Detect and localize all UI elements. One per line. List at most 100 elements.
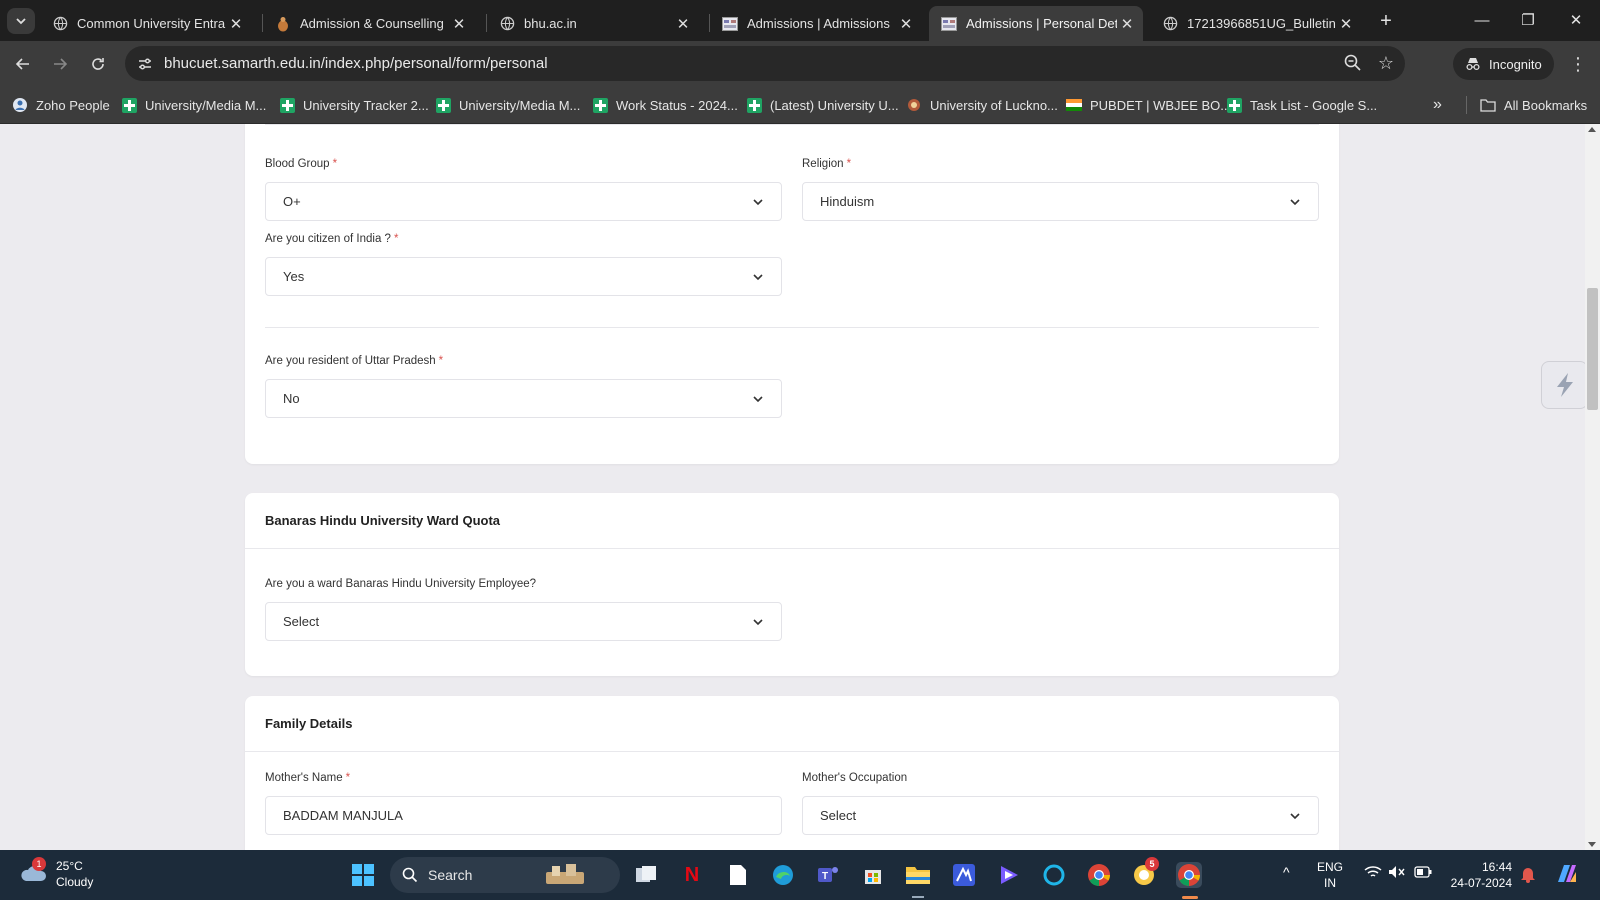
site-settings-icon[interactable] — [134, 53, 156, 75]
tab-search-button[interactable] — [7, 8, 35, 34]
file-explorer-icon[interactable] — [905, 862, 931, 888]
bookmark-label: Zoho People — [36, 97, 110, 113]
close-icon[interactable]: ✕ — [449, 15, 469, 33]
window-close-icon[interactable]: ✕ — [1558, 8, 1594, 34]
tab-title: Admission & Counselling — [300, 16, 444, 31]
search-label: Search — [428, 867, 473, 883]
religion-label: Religion * — [802, 158, 852, 170]
clock[interactable]: 16:44 24-07-2024 — [1446, 859, 1512, 891]
browser-menu-icon[interactable]: ⋮ — [1566, 49, 1590, 79]
tab-common-university[interactable]: Common University Entran ✕ — [40, 6, 252, 41]
wifi-icon[interactable] — [1364, 865, 1382, 883]
video-editor-icon[interactable] — [996, 862, 1022, 888]
microsoft-store-icon[interactable] — [860, 862, 886, 888]
mother-occupation-label: Mother's Occupation — [802, 772, 908, 784]
sheets-icon — [121, 97, 137, 113]
address-bar[interactable]: bhucuet.samarth.edu.in/index.php/persona… — [125, 46, 1405, 81]
bookmark-item[interactable]: (Latest) University U... — [746, 95, 899, 115]
bookmark-item[interactable]: Work Status - 2024... — [592, 95, 738, 115]
close-icon[interactable]: ✕ — [1336, 15, 1356, 33]
notepad-icon[interactable] — [725, 862, 751, 888]
chevron-down-icon — [16, 18, 26, 25]
cortana-icon[interactable] — [1041, 862, 1067, 888]
language-indicator[interactable]: ENG IN — [1317, 859, 1343, 891]
tab-bulletin[interactable]: 17213966851UG_Bulletin- ✕ — [1150, 6, 1362, 41]
forward-icon[interactable] — [45, 49, 75, 79]
bookmark-label: University/Media M... — [459, 97, 581, 113]
page-scrollbar[interactable] — [1585, 124, 1600, 850]
close-icon[interactable]: ✕ — [673, 15, 693, 33]
browser-toolbar: bhucuet.samarth.edu.in/index.php/persona… — [0, 41, 1600, 86]
bookmark-item[interactable]: University/Media M... — [435, 95, 580, 115]
sheets-icon — [592, 97, 608, 113]
tab-bhu[interactable]: bhu.ac.in ✕ — [487, 6, 699, 41]
task-view-icon[interactable] — [633, 862, 659, 888]
folder-icon — [1480, 97, 1496, 113]
netflix-icon[interactable]: N — [679, 862, 705, 888]
chat-app-icon[interactable]: 5 — [1131, 857, 1159, 888]
bookmark-label: Task List - Google S... — [1250, 97, 1378, 113]
clock-date: 24-07-2024 — [1450, 876, 1512, 890]
search-icon — [402, 867, 418, 883]
scroll-down-icon[interactable] — [1588, 842, 1596, 847]
back-icon[interactable] — [8, 49, 38, 79]
teams-icon[interactable]: T — [815, 862, 841, 888]
minimize-icon[interactable]: — — [1464, 8, 1500, 34]
chrome-icon[interactable] — [1086, 862, 1112, 888]
close-icon[interactable]: ✕ — [226, 15, 246, 33]
bookmark-item[interactable]: University Tracker 2... — [279, 95, 429, 115]
active-app-indicator — [1182, 896, 1198, 899]
bookmark-star-icon[interactable]: ☆ — [1375, 52, 1397, 74]
tab-admission-counselling[interactable]: Admission & Counselling ✕ — [263, 6, 475, 41]
ward-quota-title: Banaras Hindu University Ward Quota — [245, 493, 1339, 549]
blood-group-select[interactable]: O+ — [265, 182, 782, 221]
incognito-indicator[interactable]: Incognito — [1453, 48, 1554, 80]
notification-bell-icon[interactable] — [1520, 865, 1536, 887]
bookmark-item[interactable]: PUBDET | WBJEE BO... — [1066, 95, 1231, 115]
ward-quota-card: Banaras Hindu University Ward Quota Are … — [245, 493, 1339, 676]
religion-select[interactable]: Hinduism — [802, 182, 1319, 221]
bookmarks-overflow-button[interactable]: » — [1433, 95, 1442, 115]
all-bookmarks-button[interactable]: All Bookmarks — [1480, 95, 1587, 115]
close-icon[interactable]: ✕ — [1117, 15, 1137, 33]
mother-name-input[interactable]: BADDAM MANJULA — [265, 796, 782, 835]
volume-muted-icon[interactable] — [1388, 865, 1406, 883]
tab-admissions[interactable]: Admissions | Admissions ✕ — [710, 6, 922, 41]
show-hidden-icons[interactable]: ^ — [1283, 864, 1290, 880]
region-code: IN — [1324, 876, 1336, 890]
sheets-icon — [279, 97, 295, 113]
weather-widget[interactable]: 1 25°C Cloudy — [18, 857, 94, 890]
bookmark-item[interactable]: University/Media M... — [121, 95, 266, 115]
edge-icon[interactable] — [770, 862, 796, 888]
bookmark-item[interactable]: Zoho People — [12, 95, 110, 115]
new-tab-button[interactable]: + — [1374, 9, 1398, 33]
app-icon[interactable] — [951, 862, 977, 888]
resident-up-select[interactable]: No — [265, 379, 782, 418]
scrollbar-thumb[interactable] — [1587, 288, 1598, 410]
ward-select[interactable]: Select — [265, 602, 782, 641]
citizen-select[interactable]: Yes — [265, 257, 782, 296]
bookmark-item[interactable]: Task List - Google S... — [1226, 95, 1377, 115]
globe-icon — [52, 16, 68, 32]
floating-extension-button[interactable] — [1541, 361, 1588, 409]
tab-personal-details[interactable]: Admissions | Personal Det ✕ — [929, 6, 1143, 41]
globe-icon — [1162, 16, 1178, 32]
close-icon[interactable]: ✕ — [896, 15, 916, 33]
scroll-up-icon[interactable] — [1588, 127, 1596, 132]
zoom-icon[interactable] — [1343, 53, 1365, 75]
copilot-icon[interactable] — [1554, 862, 1580, 890]
cloud-icon: 1 — [18, 857, 48, 887]
reload-icon[interactable] — [83, 49, 113, 79]
windows-start-icon[interactable] — [350, 862, 376, 888]
taskbar-search[interactable]: Search — [390, 857, 620, 893]
ward-question-label: Are you a ward Banaras Hindu University … — [265, 578, 537, 590]
bookmark-item[interactable]: University of Luckno... — [906, 95, 1058, 115]
chrome-incognito-icon[interactable] — [1176, 862, 1202, 888]
citizen-label: Are you citizen of India ? * — [265, 233, 399, 245]
restore-icon[interactable]: ❐ — [1510, 8, 1546, 34]
battery-icon[interactable] — [1414, 866, 1432, 882]
all-bookmarks-label: All Bookmarks — [1504, 97, 1588, 113]
mother-occupation-select[interactable]: Select — [802, 796, 1319, 835]
mother-name-label: Mother's Name * — [265, 772, 351, 784]
weather-description: Cloudy — [56, 875, 94, 889]
